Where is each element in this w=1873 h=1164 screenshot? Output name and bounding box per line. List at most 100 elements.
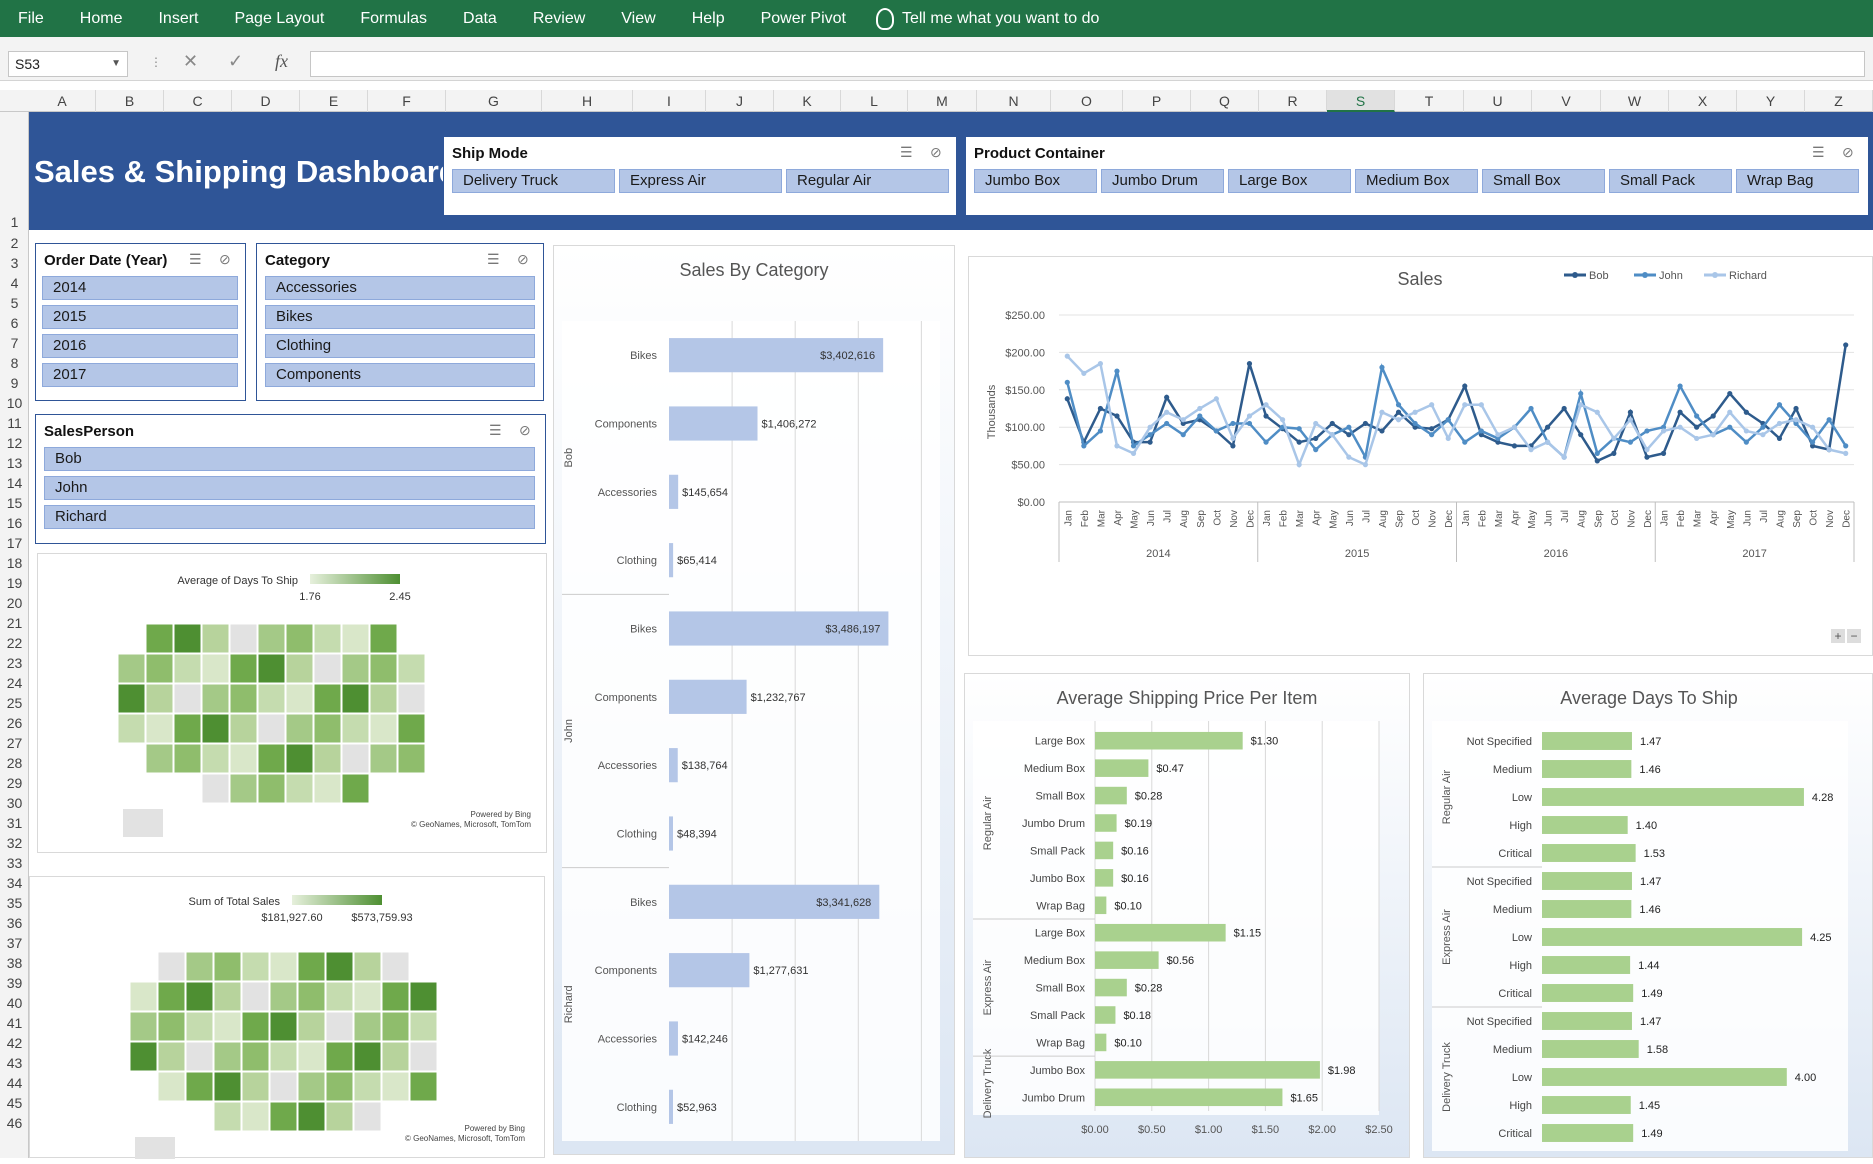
row-header-1[interactable]: 1 [0,214,29,230]
slicer-item-small-pack[interactable]: Small Pack [1609,169,1732,193]
row-header-24[interactable]: 24 [0,675,29,691]
slicer-item-small-box[interactable]: Small Box [1482,169,1605,193]
column-header-t[interactable]: T [1395,90,1464,112]
sales-by-category-chart[interactable]: Sales By Category Bikes $3,402,616 Componen… [553,245,955,1155]
insert-function-button[interactable]: fx [275,51,288,72]
row-header-2[interactable]: 2 [0,235,29,251]
row-header-37[interactable]: 37 [0,935,29,951]
row-header-19[interactable]: 19 [0,575,29,591]
slicer-item-2014[interactable]: 2014 [42,276,238,300]
row-header-8[interactable]: 8 [0,355,29,371]
multi-select-icon[interactable]: ☰ [487,251,500,268]
clear-filter-icon[interactable]: ⊘ [519,422,531,439]
slicer-item-jumbo-box[interactable]: Jumbo Box [974,169,1097,193]
column-header-y[interactable]: Y [1737,90,1805,112]
row-header-45[interactable]: 45 [0,1095,29,1111]
map-total-sales[interactable]: Sum of Total Sales $181,927.60 $573,759.93… [29,876,545,1164]
slicer-item-john[interactable]: John [44,476,535,500]
row-header-41[interactable]: 41 [0,1015,29,1031]
column-header-a[interactable]: A [29,90,96,112]
column-header-m[interactable]: M [908,90,977,112]
column-header-f[interactable]: F [368,90,446,112]
formula-input[interactable] [310,51,1865,77]
row-header-17[interactable]: 17 [0,535,29,551]
ribbon-tab-home[interactable]: Home [62,0,141,37]
row-header-23[interactable]: 23 [0,655,29,671]
column-header-v[interactable]: V [1532,90,1601,112]
slicer-item-richard[interactable]: Richard [44,505,535,529]
column-header-o[interactable]: O [1051,90,1123,112]
ribbon-tab-formulas[interactable]: Formulas [342,0,445,37]
column-header-q[interactable]: Q [1191,90,1259,112]
row-header-44[interactable]: 44 [0,1075,29,1091]
ribbon-tab-page-layout[interactable]: Page Layout [216,0,342,37]
product-container-slicer[interactable]: Product Container ☰ ⊘ Jumbo Box Jumbo Drum La… [965,136,1869,216]
row-header-14[interactable]: 14 [0,475,29,491]
row-header-36[interactable]: 36 [0,915,29,931]
cancel-icon[interactable]: ✕ [183,51,198,72]
row-header-15[interactable]: 15 [0,495,29,511]
row-header-32[interactable]: 32 [0,835,29,851]
slicer-item-2017[interactable]: 2017 [42,363,238,387]
row-header-28[interactable]: 28 [0,755,29,771]
row-header-25[interactable]: 25 [0,695,29,711]
column-header-n[interactable]: N [977,90,1051,112]
slicer-item-jumbo-drum[interactable]: Jumbo Drum [1101,169,1224,193]
order-date-slicer[interactable]: Order Date (Year) ☰ ⊘ 2014 2015 2016 2017 [35,243,246,401]
multi-select-icon[interactable]: ☰ [189,251,202,268]
row-header-12[interactable]: 12 [0,435,29,451]
row-header-3[interactable]: 3 [0,255,29,271]
row-header-13[interactable]: 13 [0,455,29,471]
avg-shipping-price-chart[interactable]: Average Shipping Price Per Item $0.00 $0.5… [964,673,1410,1158]
row-header-9[interactable]: 9 [0,375,29,391]
map-days-to-ship[interactable]: Average of Days To Ship 1.76 2.45 Powered b… [37,553,547,853]
row-header-18[interactable]: 18 [0,555,29,571]
chevron-down-icon[interactable]: ▼ [111,52,121,76]
slicer-item-2015[interactable]: 2015 [42,305,238,329]
column-header-x[interactable]: X [1669,90,1737,112]
clear-filter-icon[interactable]: ⊘ [219,251,231,268]
column-header-b[interactable]: B [96,90,164,112]
slicer-item-clothing[interactable]: Clothing [265,334,535,358]
column-header-h[interactable]: H [542,90,633,112]
sales-line-chart[interactable]: Sales $0.00 $50.00 $100.00 $150.00 $200.00 $25… [968,256,1873,656]
slicer-item-components[interactable]: Components [265,363,535,387]
column-header-i[interactable]: I [633,90,706,112]
row-header-20[interactable]: 20 [0,595,29,611]
column-header-e[interactable]: E [300,90,368,112]
row-header-43[interactable]: 43 [0,1055,29,1071]
row-header-35[interactable]: 35 [0,895,29,911]
row-header-34[interactable]: 34 [0,875,29,891]
row-header-40[interactable]: 40 [0,995,29,1011]
enter-icon[interactable]: ✓ [228,51,243,72]
column-header-s[interactable]: S [1327,90,1395,112]
ribbon-tab-help[interactable]: Help [674,0,743,37]
row-header-27[interactable]: 27 [0,735,29,751]
column-header-g[interactable]: G [446,90,542,112]
avg-days-to-ship-chart[interactable]: Average Days To Ship Not Specified 1.47 Med… [1423,673,1873,1158]
column-header-d[interactable]: D [232,90,300,112]
column-header-u[interactable]: U [1464,90,1532,112]
salesperson-slicer[interactable]: SalesPerson ☰ ⊘ Bob John Richard [35,414,546,544]
column-header-p[interactable]: P [1123,90,1191,112]
ribbon-tab-view[interactable]: View [603,0,673,37]
row-header-10[interactable]: 10 [0,395,29,411]
multi-select-icon[interactable]: ☰ [1812,144,1825,161]
column-header-r[interactable]: R [1259,90,1327,112]
slicer-item-accessories[interactable]: Accessories [265,276,535,300]
row-header-5[interactable]: 5 [0,295,29,311]
name-box[interactable]: S53 ▼ [8,51,128,77]
clear-filter-icon[interactable]: ⊘ [1842,144,1854,161]
ribbon-tab-file[interactable]: File [0,0,62,37]
ribbon-tab-data[interactable]: Data [445,0,515,37]
row-header-4[interactable]: 4 [0,275,29,291]
row-header-42[interactable]: 42 [0,1035,29,1051]
column-header-j[interactable]: J [706,90,774,112]
column-header-z[interactable]: Z [1805,90,1873,112]
column-header-k[interactable]: K [774,90,841,112]
ribbon-tab-power-pivot[interactable]: Power Pivot [743,0,864,37]
row-header-30[interactable]: 30 [0,795,29,811]
ribbon-tab-review[interactable]: Review [515,0,603,37]
slicer-item-bikes[interactable]: Bikes [265,305,535,329]
row-header-22[interactable]: 22 [0,635,29,651]
